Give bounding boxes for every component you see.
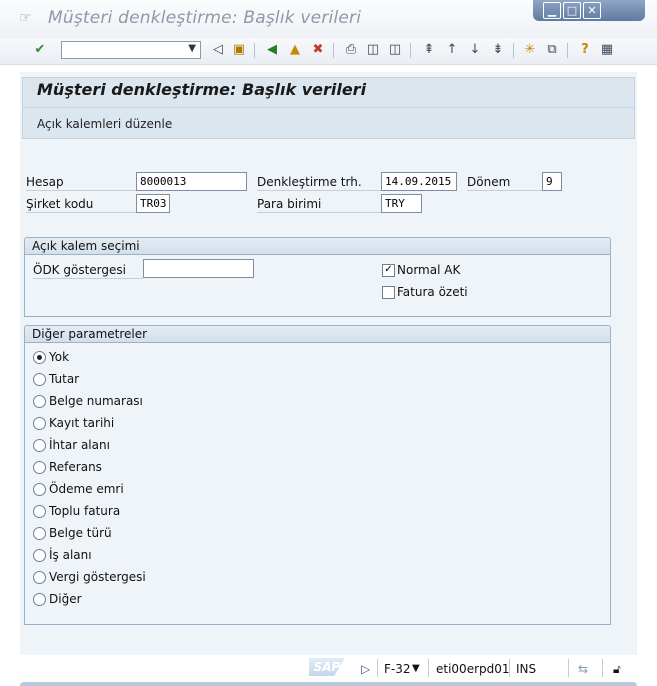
radio-label: Belge numarası (49, 394, 143, 408)
group-title: Diğer parametreler (25, 326, 610, 343)
back-arrow-icon[interactable]: ◁ (209, 41, 227, 59)
field-underline (257, 190, 381, 191)
radio-label: Diğer (49, 592, 82, 606)
account-field[interactable]: 8000013 (136, 172, 247, 191)
status-separator (377, 659, 378, 677)
special-gl-field[interactable] (143, 259, 254, 278)
status-separator (509, 659, 510, 677)
exit-icon[interactable]: ▲ (286, 41, 304, 59)
previous-page-icon[interactable]: ↑ (443, 41, 461, 59)
invoice-summary-label: Fatura özeti (397, 285, 468, 299)
account-label: Hesap (26, 175, 64, 189)
input-mode: INS (516, 662, 537, 676)
toolbar-separator (333, 43, 334, 58)
special-gl-label: ÖDK göstergesi (33, 263, 126, 277)
field-underline (26, 212, 136, 213)
radio-label: Toplu fatura (49, 504, 121, 518)
header-divider (22, 107, 635, 108)
currency-field[interactable]: TRY (381, 194, 422, 213)
radio-label: Yok (49, 350, 70, 364)
window-controls: ▁ □ ✕ (533, 0, 645, 21)
toolbar-separator (567, 43, 568, 58)
radio-label: Vergi göstergesi (49, 570, 146, 584)
page-title: Müşteri denkleştirme: Başlık verileri (37, 80, 367, 99)
field-underline (33, 278, 143, 279)
radio-label: Belge türü (49, 526, 112, 540)
next-page-icon[interactable]: ↓ (466, 41, 484, 59)
radio-other[interactable] (33, 593, 46, 606)
chevron-down-icon[interactable]: ▼ (412, 663, 420, 674)
chevron-down-icon[interactable]: ▼ (188, 43, 196, 54)
clearing-date-field[interactable]: 14.09.2015 (381, 172, 457, 191)
print-icon[interactable]: ⎙ (342, 41, 360, 59)
close-icon[interactable]: ✕ (583, 2, 601, 19)
status-separator (602, 659, 603, 677)
status-toggle-icon[interactable]: ▷ (361, 662, 370, 676)
menu-icon[interactable]: ☞ (19, 10, 35, 26)
radio-dunning-area[interactable] (33, 439, 46, 452)
field-underline (26, 190, 136, 191)
radio-document-type[interactable] (33, 527, 46, 540)
radio-amount[interactable] (33, 373, 46, 386)
normal-ak-checkbox[interactable]: ✓ (382, 264, 395, 277)
radio-label: İhtar alanı (49, 438, 110, 452)
layout-icon[interactable]: ▦ (598, 41, 616, 59)
status-separator (568, 659, 569, 677)
create-session-icon[interactable]: ✳ (521, 41, 539, 59)
radio-payment-order[interactable] (33, 483, 46, 496)
bottom-edge (20, 682, 637, 686)
command-field[interactable]: ▼ (61, 41, 201, 59)
back-icon[interactable]: ◀ (263, 41, 281, 59)
company-code-field[interactable]: TR03 (136, 194, 170, 213)
radio-business-area[interactable] (33, 549, 46, 562)
check-icon[interactable]: ✔ (31, 41, 49, 59)
cancel-icon[interactable]: ✖ (309, 41, 327, 59)
toolbar-separator (410, 43, 411, 58)
minimize-icon[interactable]: ▁ (543, 2, 561, 19)
last-page-icon[interactable]: ⇟ (489, 41, 507, 59)
connection-icon: ⇆ (578, 662, 589, 676)
help-icon[interactable]: ? (576, 41, 594, 59)
field-underline (257, 212, 381, 213)
radio-label: Tutar (49, 372, 80, 386)
open-item-selection-group: Açık kalem seçimi (24, 237, 611, 317)
radio-posting-date[interactable] (33, 417, 46, 430)
group-title: Açık kalem seçimi (25, 238, 610, 255)
standard-toolbar: ✔ ▼ ◁ ▣ ◀ ▲ ✖ ⎙ ◫ ◫ ⇞ ↑ ↓ ⇟ ✳ ⧉ ? ▦ (0, 38, 657, 65)
first-page-icon[interactable]: ⇞ (420, 41, 438, 59)
toolbar-separator (513, 43, 514, 58)
edit-open-items-button[interactable]: Açık kalemleri düzenle (37, 117, 172, 131)
currency-label: Para birimi (257, 197, 322, 211)
toolbar-separator (254, 43, 255, 58)
radio-document-number[interactable] (33, 395, 46, 408)
window-title: Müşteri denkleştirme: Başlık verileri (48, 8, 362, 28)
radio-label: Kayıt tarihi (49, 416, 115, 430)
transaction-code: F-32 (384, 662, 411, 676)
field-underline (467, 190, 542, 191)
radio-label: Referans (49, 460, 102, 474)
radio-reference[interactable] (33, 461, 46, 474)
find-icon[interactable]: ◫ (364, 41, 382, 59)
lock-icon: 🔓︎ (613, 662, 621, 676)
invoice-summary-checkbox[interactable] (382, 286, 395, 299)
radio-collective-invoice[interactable] (33, 505, 46, 518)
radio-none[interactable] (33, 351, 46, 364)
radio-label: İş alanı (49, 548, 92, 562)
find-next-icon[interactable]: ◫ (386, 41, 404, 59)
period-label: Dönem (467, 175, 511, 189)
server-name: eti00erpd01 (436, 662, 510, 676)
status-separator (428, 659, 429, 677)
clearing-date-label: Denkleştirme trh. (257, 175, 362, 189)
maximize-icon[interactable]: □ (563, 2, 581, 19)
company-code-label: Şirket kodu (26, 197, 94, 211)
period-field[interactable]: 9 (542, 172, 562, 191)
normal-ak-label: Normal AK (397, 263, 461, 277)
shortcut-icon[interactable]: ⧉ (543, 41, 561, 59)
radio-label: Ödeme emri (49, 482, 124, 496)
save-icon[interactable]: ▣ (230, 41, 248, 59)
radio-tax-code[interactable] (33, 571, 46, 584)
